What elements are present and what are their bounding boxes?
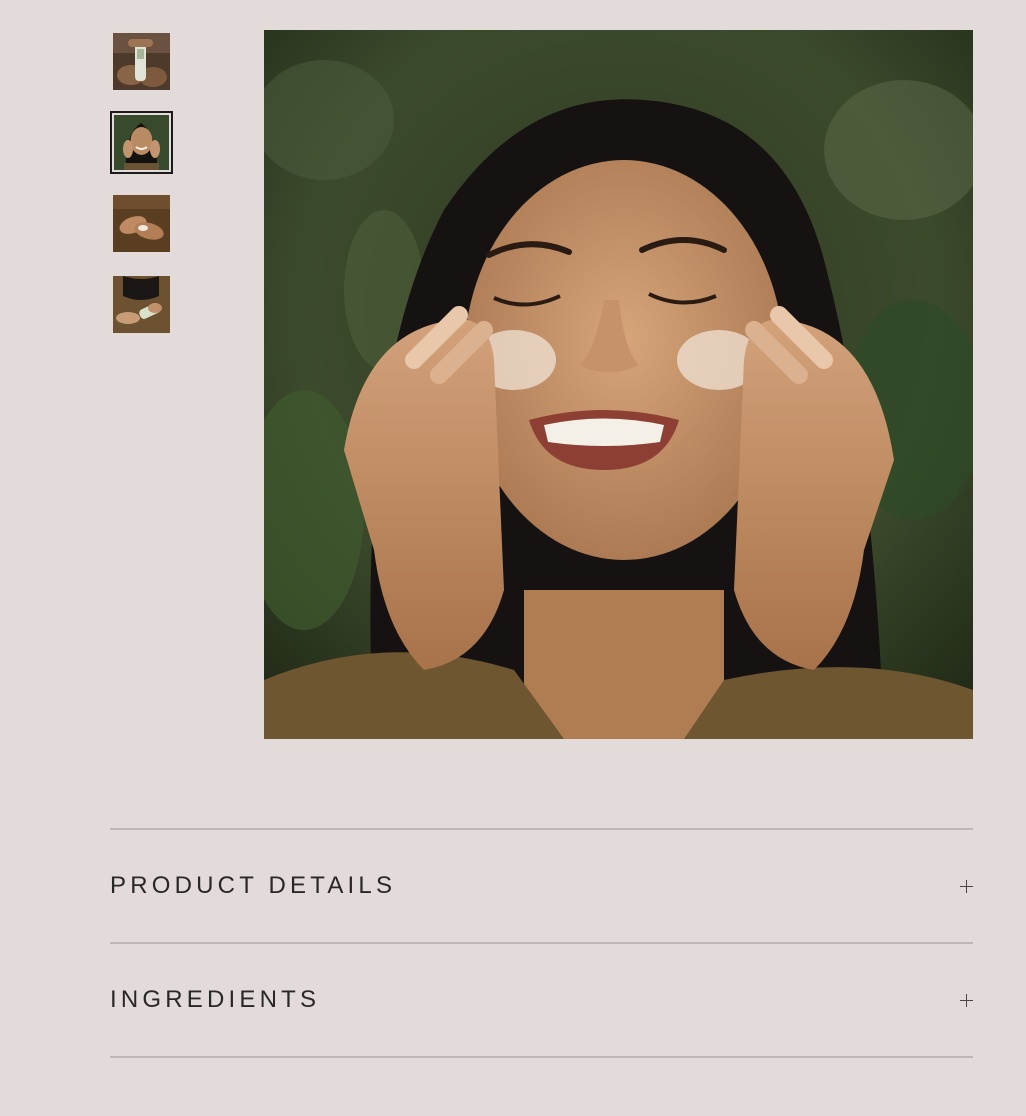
accordion-title: INGREDIENTS (110, 986, 321, 1013)
accordion-ingredients[interactable]: INGREDIENTS (110, 942, 973, 1058)
accordion-product-details[interactable]: PRODUCT DETAILS (110, 828, 973, 942)
main-product-image[interactable] (264, 30, 973, 739)
thumbnail-3-image (113, 195, 170, 252)
product-page: PRODUCT DETAILS INGREDIENTS (0, 0, 1026, 1116)
thumbnail-1-image (113, 33, 170, 90)
plus-icon[interactable] (960, 993, 973, 1007)
thumbnail-2[interactable] (110, 111, 173, 174)
thumbnail-2-image (114, 115, 169, 170)
thumbnail-list (110, 30, 173, 354)
thumbnail-4-image (113, 276, 170, 333)
thumbnail-4[interactable] (110, 273, 173, 336)
plus-icon[interactable] (960, 879, 973, 893)
thumbnail-3[interactable] (110, 192, 173, 255)
accordion-title: PRODUCT DETAILS (110, 872, 397, 899)
product-accordion: PRODUCT DETAILS INGREDIENTS (110, 828, 973, 1058)
thumbnail-1[interactable] (110, 30, 173, 93)
